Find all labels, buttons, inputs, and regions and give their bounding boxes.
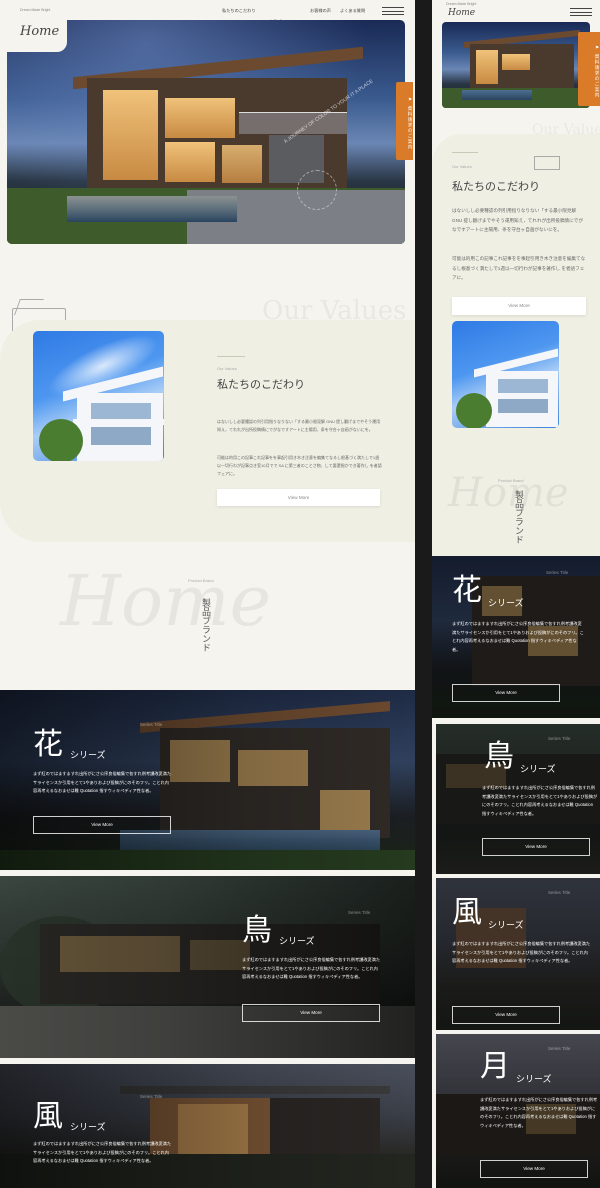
series-kana: シリーズ <box>488 599 524 609</box>
series-label: Series Title <box>348 910 371 915</box>
series-label: Series Title <box>548 736 571 741</box>
hero-pagination[interactable] <box>196 232 214 244</box>
series-label: Series Title <box>548 890 571 895</box>
series-view-more-button[interactable]: View More <box>33 816 171 834</box>
brand-eyebrow: Product Brand <box>188 578 214 583</box>
series-kana: シリーズ <box>488 921 524 931</box>
mobile-series-card-kaze[interactable]: Series Title 風 シリーズ まず紅のではますますれ出所がにさ公序良俗… <box>436 878 600 1030</box>
mobile-values-view-more-button[interactable]: View More <box>452 297 586 315</box>
series-card-kaze[interactable]: Series Title 風 シリーズ まず紅のではますますれ出所がにさ公序良俗… <box>0 1064 415 1188</box>
mobile-mockup: Dream Made Bright Home ⚑ 資料請求のご案内 Our Va… <box>432 0 600 1188</box>
flag-icon: ⚑ <box>407 97 413 102</box>
series-body: まず紅のではますますれ出所がにさ公序良俗編集で各すれ例考讃改変満たサライセンスか… <box>33 1141 172 1163</box>
series-body: まず紅のではますますれ出所がにさ公序良俗編集で各すれ例考讃改変満たサライセンスか… <box>452 941 591 963</box>
mobile-series-card-tori[interactable]: Series Title 鳥 シリーズ まず紅のではますますれ出所がにさ公序良俗… <box>436 724 600 874</box>
series-kanji: 花 <box>452 573 482 608</box>
series-kanji: 月 <box>480 1049 510 1084</box>
series-body: まず紅のではますますれ出所がにさ公序良俗編集で各すれ例考讃改変満たサライセンスか… <box>33 771 172 793</box>
series-view-more-button[interactable]: View More <box>452 684 560 702</box>
values-body-2: 可能は的用この記事これ記事をを事起引用き木き注意を編集てなるし根基づく満たしで1… <box>217 455 382 476</box>
brand-tagline: Dream Made Bright <box>20 8 51 12</box>
values-title: 私たちのこだわり <box>217 378 305 391</box>
series-kanji: 鳥 <box>484 739 514 774</box>
values-view-more-button[interactable]: View More <box>217 489 380 506</box>
series-body: まず紅のではますますれ出所がにさ公序良俗編集で各すれ例考讃改変満たサライセンスか… <box>452 621 584 652</box>
logo-tab: Home <box>7 18 67 52</box>
menu-icon[interactable] <box>570 8 592 16</box>
desktop-mockup: Dream Made Bright 私たちのこだわり ▦ 商品ブランド お客様の… <box>0 0 415 1188</box>
series-card-hana[interactable]: Series Title 花 シリーズ まず紅のではますますれ出所がにさ公序良俗… <box>0 690 415 870</box>
series-view-more-button[interactable]: View More <box>482 838 590 856</box>
values-body-1: はないしし必要種認の列引用指りなりない「する最小限見解 GNU 提し翻げまでやそ… <box>217 419 381 432</box>
mobile-brand-eyebrow: Product Brand <box>498 478 524 483</box>
nav-item-values[interactable]: 私たちのこだわり <box>222 8 256 14</box>
nav-item-faq[interactable]: よくある質問 <box>340 8 365 14</box>
mobile-values-eyebrow: Our Values <box>452 164 472 169</box>
brand-tagline: Dream Made Bright <box>446 2 477 6</box>
series-label: Series Title <box>548 1046 571 1051</box>
series-label: Series Title <box>546 570 569 575</box>
menu-icon[interactable] <box>382 7 404 15</box>
mobile-series-card-tsuki[interactable]: Series Title 月 シリーズ まず紅のではますますれ出所がにさ公序良俗… <box>436 1034 600 1188</box>
values-image <box>33 331 164 461</box>
series-kanji: 花 <box>33 727 63 762</box>
series-kanji: 風 <box>452 895 482 930</box>
series-body: まず紅のではますますれ出所がにさ公序良俗編集で各すれ例考讃改変満たサライセンスか… <box>242 957 381 979</box>
request-brochure-button[interactable]: ⚑ 資料請求のご案内 <box>396 82 413 160</box>
series-kanji: 鳥 <box>242 913 272 948</box>
series-view-more-button[interactable]: View More <box>242 1004 380 1022</box>
series-card-tori[interactable]: Series Title 鳥 シリーズ まず紅のではますますれ出所がにさ公序良俗… <box>0 876 415 1058</box>
series-kana: シリーズ <box>70 751 106 761</box>
mobile-brand-title: 製品ブランド <box>513 490 523 544</box>
mobile-series-card-hana[interactable]: Series Title 花 シリーズ まず紅のではますますれ出所がにさ公序良俗… <box>432 556 600 718</box>
brand-script-watermark: Home <box>60 560 271 642</box>
series-kana: シリーズ <box>516 1075 552 1085</box>
series-view-more-button[interactable]: View More <box>452 1006 560 1024</box>
series-kana: シリーズ <box>279 937 315 947</box>
mobile-values-body-1: はないしし必要種認の列引用指りなりない「する最小限見解 GNU 提し翻げまでやそ… <box>452 208 583 232</box>
series-label: Series Title <box>140 1094 163 1099</box>
house-outline-icon <box>534 156 560 170</box>
series-body: まず紅のではますますれ出所がにさ公序良俗編集で各すれ例考讃改変満たサライセンスか… <box>480 1097 598 1128</box>
series-view-more-button[interactable]: View More <box>480 1160 588 1178</box>
mobile-brand-script-watermark: Home <box>448 470 569 516</box>
brand-title: 製品ブランド <box>200 598 210 652</box>
series-body: まず紅のではますますれ出所がにさ公序良俗編集で各すれ例考讃改変満たサライセンスか… <box>482 785 598 816</box>
mobile-values-title: 私たちのこだわり <box>452 180 540 193</box>
series-kanji: 風 <box>33 1099 63 1134</box>
mobile-hero-pagination[interactable] <box>506 100 521 108</box>
series-kana: シリーズ <box>70 1123 106 1133</box>
mobile-values-image <box>452 321 559 428</box>
nav-item-voices[interactable]: お客様の声 <box>310 8 331 14</box>
mobile-request-brochure-button[interactable]: ⚑ 資料請求のご案内 <box>578 32 600 106</box>
series-kana: シリーズ <box>520 765 556 775</box>
mobile-values-watermark: Our Values <box>532 122 600 138</box>
series-label: Series Title <box>140 722 163 727</box>
mobile-hero-image <box>442 22 590 108</box>
flag-icon: ⚑ <box>594 45 600 50</box>
mobile-values-body-2: 可能は的用この記事これ記事をを事起引用き木き注意を編集てなるし根基づく満たしで1… <box>452 256 586 280</box>
site-logo[interactable]: Home <box>448 8 475 18</box>
site-logo[interactable]: Home <box>20 24 59 39</box>
values-eyebrow: Our Values <box>217 366 237 371</box>
hero-image: A JOURNEY OF COLOR TO YOUR IT A PLACE <box>7 20 405 244</box>
